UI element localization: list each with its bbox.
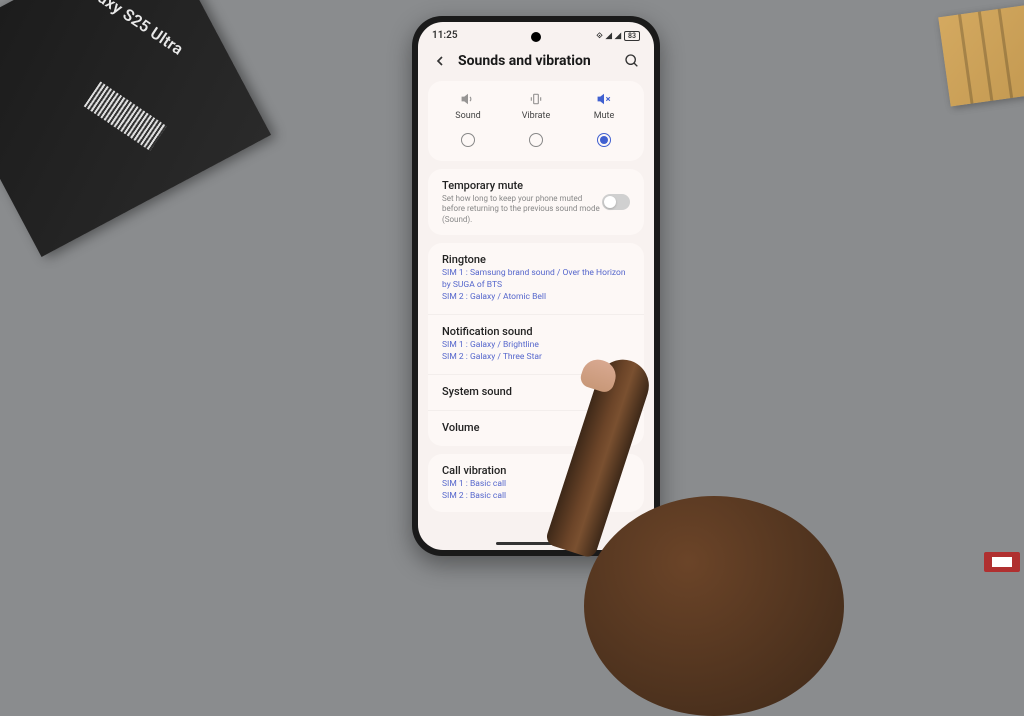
- status-right: ⟐ ◢ ◢ 83: [596, 31, 640, 41]
- signal-icon: ◢: [615, 31, 621, 40]
- mode-sound-label: Sound: [455, 111, 480, 121]
- camera-hole: [531, 32, 541, 42]
- status-time: 11:25: [432, 30, 458, 41]
- back-button[interactable]: [432, 53, 448, 69]
- page-header: Sounds and vibration: [418, 45, 654, 81]
- mode-vibrate[interactable]: Vibrate: [502, 91, 570, 147]
- mode-vibrate-radio[interactable]: [529, 133, 543, 147]
- sound-mode-selector: Sound Vibrate Mute: [428, 81, 644, 161]
- box-barcode: [84, 81, 167, 151]
- notification-title: Notification sound: [442, 325, 630, 338]
- mode-sound-radio[interactable]: [461, 133, 475, 147]
- ringtone-sim1: SIM 1 : Samsung brand sound / Over the H…: [442, 268, 630, 292]
- ringtone-row[interactable]: Ringtone SIM 1 : Samsung brand sound / O…: [428, 243, 644, 314]
- wooden-block: [938, 3, 1024, 106]
- temp-mute-toggle[interactable]: [602, 194, 630, 210]
- ringtone-sim2: SIM 2 : Galaxy / Atomic Bell: [442, 292, 630, 304]
- notification-sim1: SIM 1 : Galaxy / Brightline: [442, 340, 630, 352]
- temp-mute-row[interactable]: Temporary mute Set how long to keep your…: [428, 169, 644, 235]
- hand: [544, 356, 744, 636]
- product-box: Galaxy S25 Ultra: [0, 0, 271, 257]
- temp-mute-title: Temporary mute: [442, 179, 602, 192]
- wifi-icon: ◢: [606, 31, 612, 40]
- temp-mute-section: Temporary mute Set how long to keep your…: [428, 169, 644, 235]
- mute-icon: [597, 91, 611, 105]
- vibrate-icon: [529, 91, 543, 105]
- battery-level: 83: [624, 31, 640, 41]
- search-button[interactable]: [624, 53, 640, 69]
- mode-vibrate-label: Vibrate: [522, 111, 550, 121]
- nfc-icon: ⟐: [596, 31, 602, 41]
- mode-sound[interactable]: Sound: [434, 91, 502, 147]
- ringtone-title: Ringtone: [442, 253, 630, 266]
- corner-logo: [984, 552, 1020, 572]
- temp-mute-desc: Set how long to keep your phone muted be…: [442, 194, 602, 225]
- page-title: Sounds and vibration: [458, 53, 614, 69]
- sound-icon: [461, 91, 475, 105]
- box-product-name: Galaxy S25 Ultra: [74, 0, 187, 59]
- mode-mute-label: Mute: [594, 111, 615, 121]
- mode-mute[interactable]: Mute: [570, 91, 638, 147]
- mode-mute-radio[interactable]: [597, 133, 611, 147]
